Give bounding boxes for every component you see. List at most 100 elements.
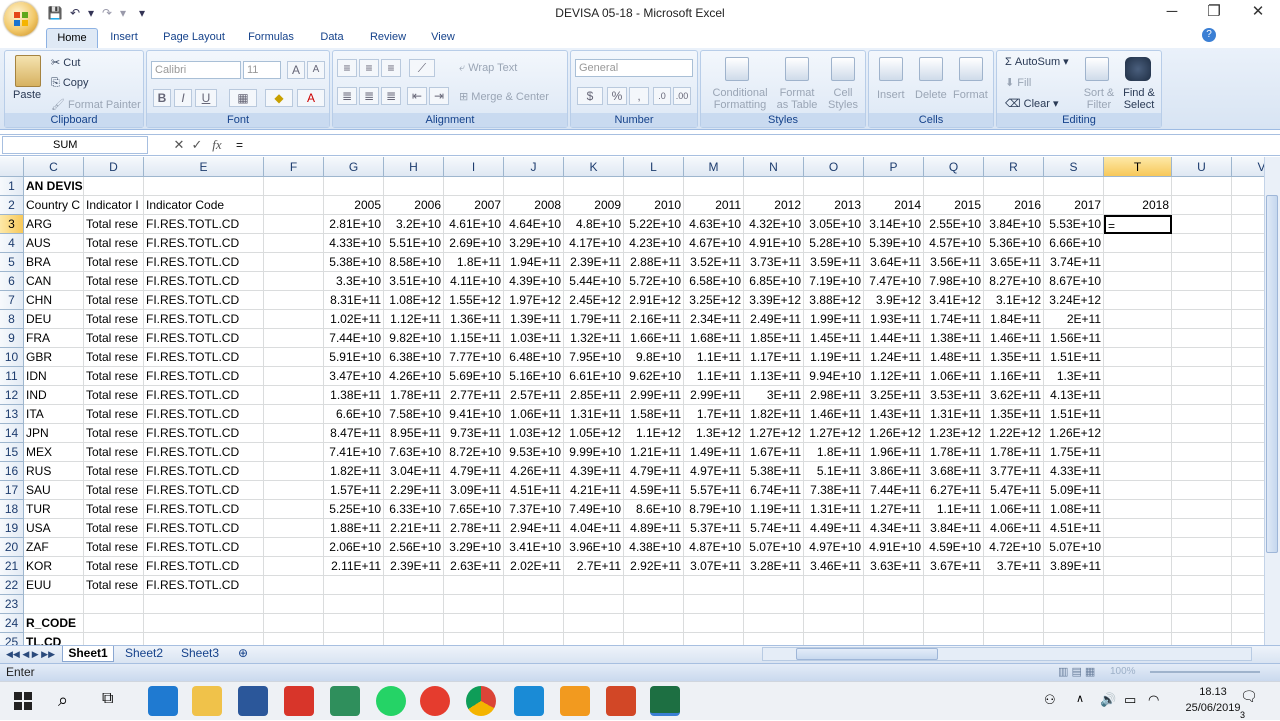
- cell-u12[interactable]: [1172, 386, 1232, 405]
- cell-q13[interactable]: 1.31E+11: [924, 405, 984, 424]
- cell-o21[interactable]: 3.46E+11: [804, 557, 864, 576]
- cell-e23[interactable]: [144, 595, 264, 614]
- cell-k6[interactable]: 5.44E+10: [564, 272, 624, 291]
- cell-c8[interactable]: DEU: [24, 310, 84, 329]
- cell-l18[interactable]: 8.6E+10: [624, 500, 684, 519]
- cell-o18[interactable]: 1.31E+11: [804, 500, 864, 519]
- decrease-decimal-icon[interactable]: .00: [673, 87, 691, 105]
- cell-i12[interactable]: 2.77E+11: [444, 386, 504, 405]
- cell-u19[interactable]: [1172, 519, 1232, 538]
- merge-center-button[interactable]: ⊞ Merge & Center: [459, 90, 549, 103]
- format-as-table-icon[interactable]: [785, 57, 809, 81]
- cell-n7[interactable]: 3.39E+12: [744, 291, 804, 310]
- cell-g14[interactable]: 8.47E+11: [324, 424, 384, 443]
- cell-t1[interactable]: [1104, 177, 1172, 196]
- cell-s16[interactable]: 4.33E+11: [1044, 462, 1104, 481]
- cell-i5[interactable]: 1.8E+11: [444, 253, 504, 272]
- cell-u6[interactable]: [1172, 272, 1232, 291]
- cell-l13[interactable]: 1.58E+11: [624, 405, 684, 424]
- cell-o24[interactable]: [804, 614, 864, 633]
- cell-h8[interactable]: 1.12E+11: [384, 310, 444, 329]
- cell-s1[interactable]: [1044, 177, 1104, 196]
- cell-k14[interactable]: 1.05E+12: [564, 424, 624, 443]
- cell-d7[interactable]: Total rese: [84, 291, 144, 310]
- cell-s11[interactable]: 1.3E+11: [1044, 367, 1104, 386]
- cell-f6[interactable]: [264, 272, 324, 291]
- cell-j6[interactable]: 4.39E+10: [504, 272, 564, 291]
- cell-r13[interactable]: 1.35E+11: [984, 405, 1044, 424]
- column-header-j[interactable]: J: [504, 157, 564, 177]
- cell-i13[interactable]: 9.41E+10: [444, 405, 504, 424]
- cell-j24[interactable]: [504, 614, 564, 633]
- cell-j20[interactable]: 3.41E+10: [504, 538, 564, 557]
- row-header-14[interactable]: 14: [0, 424, 24, 443]
- cell-f7[interactable]: [264, 291, 324, 310]
- cell-j21[interactable]: 2.02E+11: [504, 557, 564, 576]
- cell-k1[interactable]: [564, 177, 624, 196]
- cell-u24[interactable]: [1172, 614, 1232, 633]
- cell-q11[interactable]: 1.06E+11: [924, 367, 984, 386]
- cell-n10[interactable]: 1.17E+11: [744, 348, 804, 367]
- cell-c3[interactable]: ARG: [24, 215, 84, 234]
- cell-l19[interactable]: 4.89E+11: [624, 519, 684, 538]
- cell-r17[interactable]: 5.47E+11: [984, 481, 1044, 500]
- tab-review[interactable]: Review: [362, 28, 414, 48]
- cell-t8[interactable]: [1104, 310, 1172, 329]
- column-header-u[interactable]: U: [1172, 157, 1232, 177]
- cell-c12[interactable]: IND: [24, 386, 84, 405]
- cell-q17[interactable]: 6.27E+11: [924, 481, 984, 500]
- cell-i23[interactable]: [444, 595, 504, 614]
- cell-o2[interactable]: 2013: [804, 196, 864, 215]
- cell-o4[interactable]: 5.28E+10: [804, 234, 864, 253]
- cell-i15[interactable]: 8.72E+10: [444, 443, 504, 462]
- cell-r12[interactable]: 3.62E+11: [984, 386, 1044, 405]
- currency-icon[interactable]: $: [577, 87, 603, 105]
- cell-q18[interactable]: 1.1E+11: [924, 500, 984, 519]
- cell-q22[interactable]: [924, 576, 984, 595]
- row-header-22[interactable]: 22: [0, 576, 24, 595]
- cell-g1[interactable]: [324, 177, 384, 196]
- cell-l20[interactable]: 4.38E+10: [624, 538, 684, 557]
- cell-d4[interactable]: Total rese: [84, 234, 144, 253]
- cell-e1[interactable]: [144, 177, 264, 196]
- tab-page-layout[interactable]: Page Layout: [156, 28, 232, 48]
- cell-m23[interactable]: [684, 595, 744, 614]
- vertical-scroll-thumb[interactable]: [1266, 195, 1278, 553]
- cell-e6[interactable]: FI.RES.TOTL.CD: [144, 272, 264, 291]
- cell-n18[interactable]: 1.19E+11: [744, 500, 804, 519]
- sheet-nav-icons[interactable]: ◀◀ ◀ ▶ ▶▶: [6, 646, 55, 662]
- name-box[interactable]: SUM: [2, 136, 148, 154]
- row-header-1[interactable]: 1: [0, 177, 24, 196]
- cell-m24[interactable]: [684, 614, 744, 633]
- cell-s19[interactable]: 4.51E+11: [1044, 519, 1104, 538]
- cell-o11[interactable]: 9.94E+10: [804, 367, 864, 386]
- cell-d14[interactable]: Total rese: [84, 424, 144, 443]
- cell-d13[interactable]: Total rese: [84, 405, 144, 424]
- cell-u21[interactable]: [1172, 557, 1232, 576]
- column-header-t[interactable]: T: [1104, 157, 1172, 177]
- cell-q23[interactable]: [924, 595, 984, 614]
- row-header-2[interactable]: 2: [0, 196, 24, 215]
- cell-v23[interactable]: [1232, 595, 1264, 614]
- column-header-d[interactable]: D: [84, 157, 144, 177]
- row-header-10[interactable]: 10: [0, 348, 24, 367]
- cell-m13[interactable]: 1.7E+11: [684, 405, 744, 424]
- cell-u14[interactable]: [1172, 424, 1232, 443]
- fill-color-icon[interactable]: ◆: [265, 89, 293, 107]
- cell-n15[interactable]: 1.67E+11: [744, 443, 804, 462]
- cell-n11[interactable]: 1.13E+11: [744, 367, 804, 386]
- cell-t23[interactable]: [1104, 595, 1172, 614]
- tab-formulas[interactable]: Formulas: [242, 28, 300, 48]
- cell-m5[interactable]: 3.52E+11: [684, 253, 744, 272]
- cell-j2[interactable]: 2008: [504, 196, 564, 215]
- cell-h19[interactable]: 2.21E+11: [384, 519, 444, 538]
- file-explorer-icon[interactable]: [192, 686, 222, 716]
- cell-i8[interactable]: 1.36E+11: [444, 310, 504, 329]
- cell-p12[interactable]: 3.25E+11: [864, 386, 924, 405]
- cell-p2[interactable]: 2014: [864, 196, 924, 215]
- cell-n14[interactable]: 1.27E+12: [744, 424, 804, 443]
- cell-i16[interactable]: 4.79E+11: [444, 462, 504, 481]
- cell-n25[interactable]: [744, 633, 804, 645]
- cell-n21[interactable]: 3.28E+11: [744, 557, 804, 576]
- cell-p18[interactable]: 1.27E+11: [864, 500, 924, 519]
